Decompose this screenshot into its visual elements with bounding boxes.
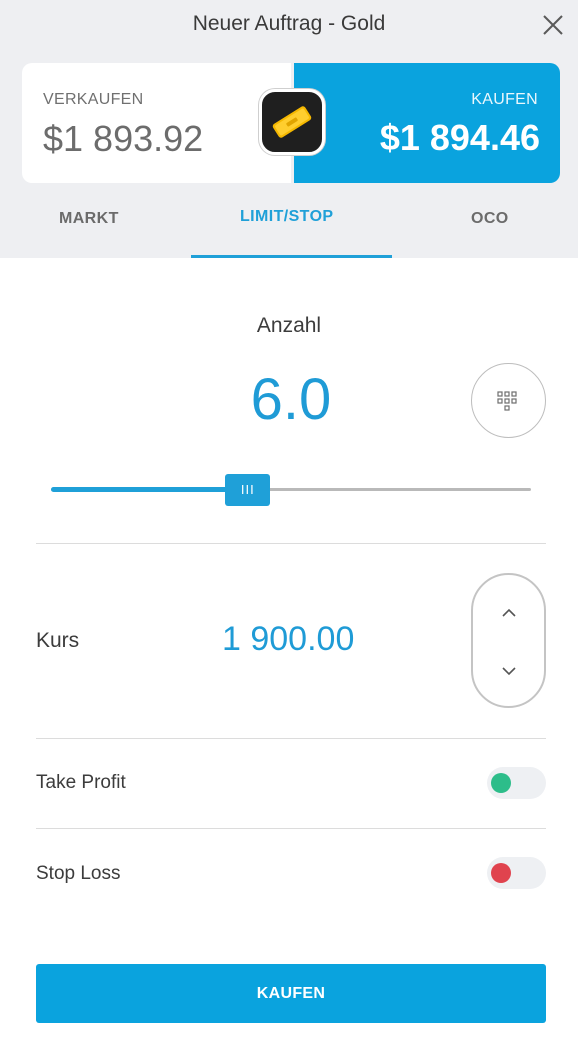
sell-price: $1 893.92 (43, 118, 204, 159)
rate-stepper[interactable] (471, 573, 546, 708)
rate-value[interactable]: 1 900.00 (222, 620, 354, 659)
sell-label: VERKAUFEN (43, 91, 144, 108)
tab-oco[interactable]: OCO (471, 210, 509, 228)
tab-markt[interactable]: MARKT (59, 210, 119, 228)
quantity-label: Anzahl (256, 314, 322, 337)
take-profit-label: Take Profit (36, 772, 126, 793)
stop-loss-toggle-knob (491, 863, 511, 883)
buy-button[interactable]: KAUFEN (36, 964, 546, 1023)
quantity-slider-thumb[interactable]: III (225, 474, 271, 506)
stop-loss-toggle[interactable] (487, 857, 546, 889)
chevron-down-icon[interactable] (473, 657, 544, 687)
take-profit-toggle[interactable] (487, 767, 546, 799)
keypad-button[interactable] (471, 363, 546, 438)
buy-label: KAUFEN (471, 91, 538, 108)
keypad-icon (497, 391, 517, 411)
tab-limit-stop[interactable]: LIMIT/STOP (240, 208, 333, 226)
divider (36, 543, 546, 544)
gold-bar-icon (259, 89, 325, 155)
active-tab-indicator (191, 255, 392, 258)
close-icon[interactable] (540, 12, 566, 38)
price-card: VERKAUFEN $1 893.92 KAUFEN $1 894.46 (22, 63, 560, 183)
stop-loss-label: Stop Loss (36, 863, 121, 884)
sell-price-panel[interactable]: VERKAUFEN $1 893.92 (22, 63, 291, 183)
buy-price-panel[interactable]: KAUFEN $1 894.46 (294, 63, 560, 183)
chevron-up-icon[interactable] (473, 597, 544, 627)
order-header-panel: Neuer Auftrag - Gold VERKAUFEN $1 893.92… (0, 0, 578, 258)
take-profit-toggle-knob (491, 773, 511, 793)
dialog-title: Neuer Auftrag - Gold (192, 12, 386, 35)
divider (36, 828, 546, 829)
quantity-slider-fill (51, 487, 248, 492)
buy-price: $1 894.46 (379, 117, 540, 158)
rate-label: Kurs (36, 629, 80, 652)
divider (36, 738, 546, 739)
